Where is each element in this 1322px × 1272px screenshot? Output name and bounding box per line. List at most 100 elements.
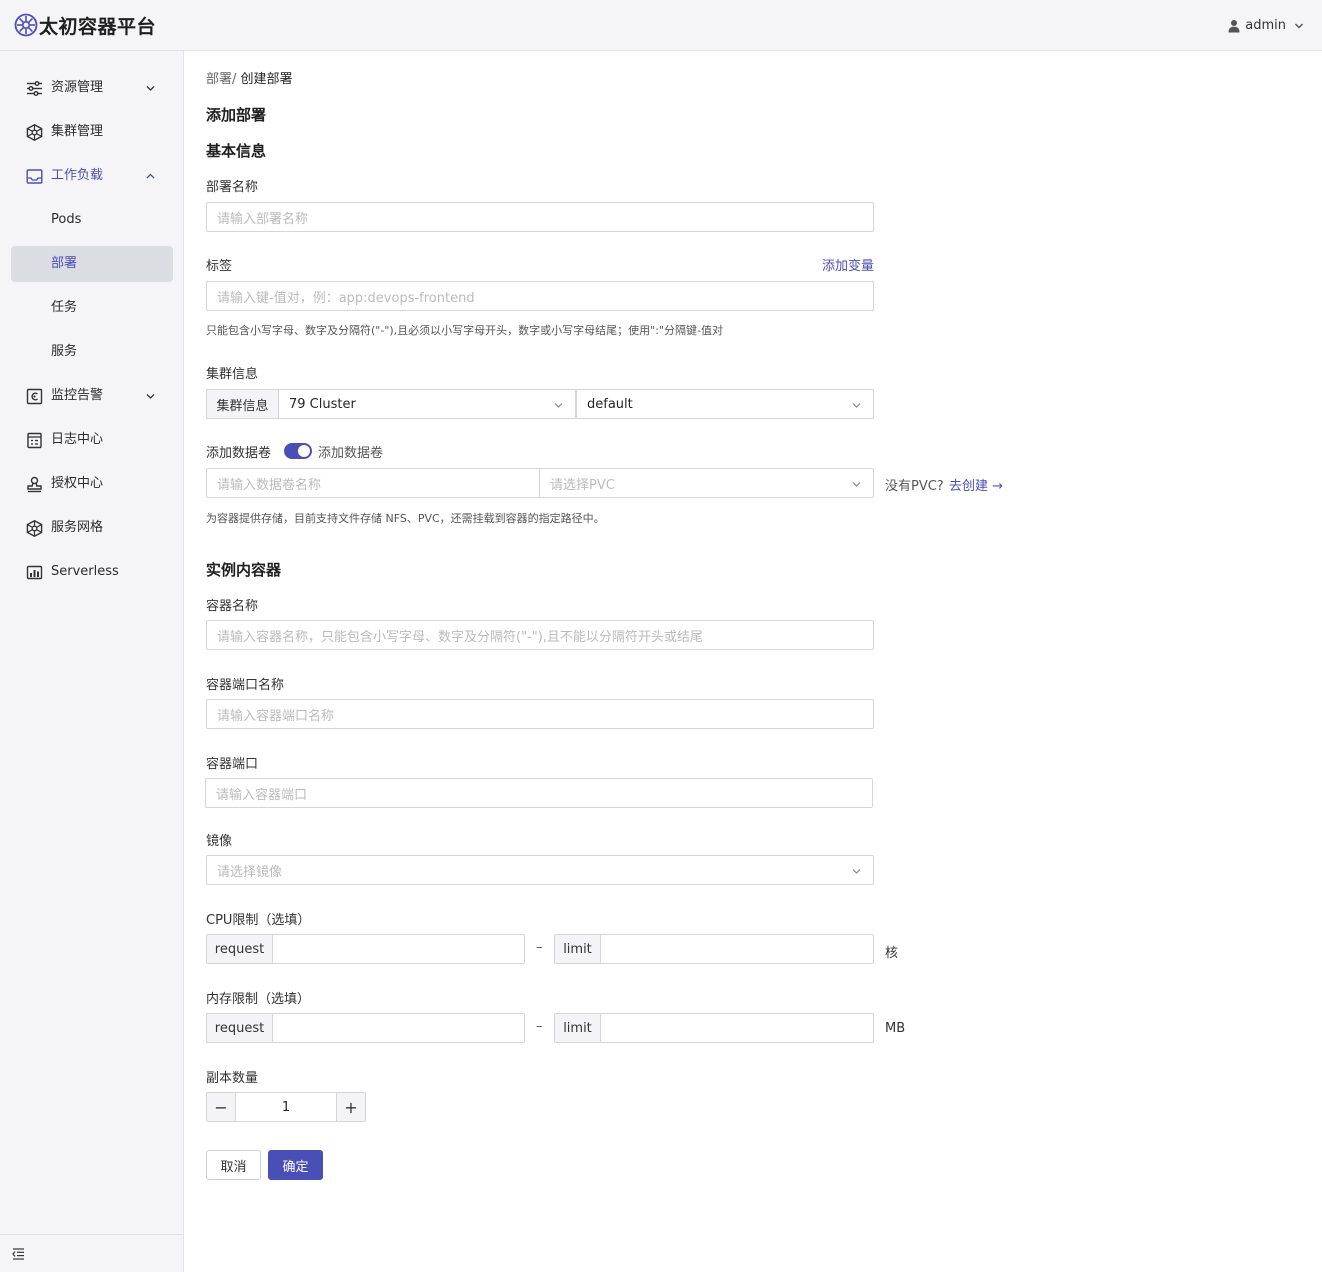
cluster-label: 集群信息 <box>206 367 259 382</box>
sidebar-item-label: Pods <box>51 212 82 227</box>
create-pvc-link[interactable]: 去创建 → <box>949 475 1003 494</box>
memory-limit-addon: limit <box>554 1013 601 1043</box>
namespace-select[interactable]: default <box>576 389 874 419</box>
collapse-menu-icon[interactable] <box>12 1248 25 1260</box>
chevron-down-icon <box>1295 23 1303 28</box>
sidebar-item-label: 授权中心 <box>51 476 104 491</box>
chevron-down-icon <box>852 869 861 874</box>
add-variable-link[interactable]: 添加变量 <box>822 255 874 274</box>
chevron-down-icon <box>852 482 861 487</box>
inbox-icon <box>26 169 43 184</box>
chevron-down-icon <box>146 86 155 91</box>
user-name: admin <box>1245 18 1286 33</box>
tags-input[interactable]: 请输入键-值对，例：app:devops-frontend <box>206 281 874 311</box>
app-title: 太初容器平台 <box>39 15 157 38</box>
replicas-label: 副本数量 <box>206 1071 259 1086</box>
breadcrumb-parent[interactable]: 部署/ <box>206 72 236 87</box>
page-title: 添加部署 <box>206 106 267 124</box>
tags-label: 标签 <box>206 259 233 274</box>
image-select-placeholder: 请选择镜像 <box>217 864 283 880</box>
section-container-title: 实例内容器 <box>206 561 282 579</box>
monitor-icon <box>26 388 43 405</box>
sidebar-item-clusters[interactable]: 集群管理 <box>11 114 173 150</box>
cpu-request-input[interactable] <box>272 934 525 964</box>
sidebar-item-label: 服务 <box>51 344 78 359</box>
sidebar-item-label: 工作负载 <box>51 168 104 183</box>
sidebar-item-deployments[interactable]: 部署 <box>11 246 173 282</box>
sidebar-item-label: 任务 <box>51 300 78 315</box>
chevron-down-icon <box>554 403 563 408</box>
cluster-select-value: 79 Cluster <box>289 396 356 412</box>
cpu-request-addon: request <box>206 934 273 964</box>
sidebar-item-label: 监控告警 <box>51 388 104 403</box>
sidebar-item-auth[interactable]: 授权中心 <box>11 466 173 502</box>
cluster-addon: 集群信息 <box>206 389 279 419</box>
breadcrumb: 部署/ 创建部署 <box>206 68 293 87</box>
sidebar: 资源管理 集群管理 工作负载 Pods 部署 任务 服务 监控告警 日志中心 授… <box>0 51 184 1272</box>
sidebar-item-workloads[interactable]: 工作负载 <box>11 158 173 194</box>
cluster-select[interactable]: 79 Cluster <box>278 389 576 419</box>
memory-label: 内存限制（选填） <box>206 992 311 1007</box>
cpu-unit: 核 <box>885 946 899 961</box>
chevron-down-icon <box>852 403 861 408</box>
sidebar-item-label: Serverless <box>51 564 119 579</box>
stamp-icon <box>27 476 42 493</box>
sidebar-item-jobs[interactable]: 任务 <box>11 290 173 326</box>
memory-request-input[interactable] <box>272 1013 525 1043</box>
container-name-input[interactable]: 请输入容器名称，只能包含小写字母、数字及分隔符("-"),且不能以分隔符开头或结… <box>206 620 874 650</box>
namespace-select-value: default <box>587 396 633 412</box>
breadcrumb-current: 创建部署 <box>240 72 293 87</box>
memory-range-separator: – <box>536 1019 543 1034</box>
sidebar-item-logs[interactable]: 日志中心 <box>11 422 173 458</box>
sidebar-item-serverless[interactable]: Serverless <box>11 554 173 590</box>
pvc-select[interactable]: 请选择PVC <box>539 468 874 498</box>
replicas-decrement-button[interactable]: − <box>206 1092 236 1122</box>
sidebar-item-label: 资源管理 <box>51 80 104 95</box>
cpu-label: CPU限制（选填） <box>206 913 311 928</box>
memory-unit: MB <box>885 1021 906 1036</box>
memory-limit-input[interactable] <box>600 1013 874 1043</box>
sidebar-item-service-mesh[interactable]: 服务网格 <box>11 510 173 546</box>
volume-name-input[interactable]: 请输入数据卷名称 <box>206 468 540 498</box>
cpu-limit-input[interactable] <box>600 934 874 964</box>
sidebar-item-pods[interactable]: Pods <box>11 202 173 238</box>
mesh-icon <box>26 520 43 537</box>
container-name-label: 容器名称 <box>206 599 259 614</box>
sidebar-item-label: 服务网格 <box>51 520 104 535</box>
logo[interactable]: 太初容器平台 <box>14 12 156 39</box>
sidebar-item-resources[interactable]: 资源管理 <box>11 70 173 106</box>
port-input[interactable]: 请输入容器端口 <box>205 778 873 808</box>
deployment-name-input[interactable]: 请输入部署名称 <box>206 202 874 232</box>
image-select[interactable]: 请选择镜像 <box>206 855 874 885</box>
no-pvc-text: 没有PVC? <box>885 479 944 494</box>
helm-logo-icon <box>14 13 38 37</box>
cpu-range-separator: – <box>536 940 543 955</box>
cancel-button[interactable]: 取消 <box>206 1150 261 1180</box>
sidebar-item-label: 部署 <box>51 256 78 271</box>
tags-hint: 只能包含小写字母、数字及分隔符("-"),且必须以小写字母开头，数字或小写字母结… <box>206 324 723 337</box>
log-icon <box>27 432 42 449</box>
replicas-input[interactable]: 1 <box>235 1092 337 1122</box>
section-basic-title: 基本信息 <box>206 142 267 160</box>
port-label: 容器端口 <box>206 757 259 772</box>
user-menu[interactable]: admin <box>1228 0 1304 51</box>
cluster-icon <box>26 124 43 141</box>
replicas-increment-button[interactable]: + <box>336 1092 366 1122</box>
volume-toggle-text: 添加数据卷 <box>318 446 384 461</box>
port-name-input[interactable]: 请输入容器端口名称 <box>206 699 874 729</box>
chevron-down-icon <box>146 394 155 399</box>
image-label: 镜像 <box>206 834 233 849</box>
sidebar-item-services[interactable]: 服务 <box>11 334 173 370</box>
cpu-limit-addon: limit <box>554 934 601 964</box>
volume-toggle[interactable] <box>284 443 312 459</box>
user-icon <box>1228 19 1240 32</box>
confirm-button[interactable]: 确定 <box>268 1150 323 1180</box>
sidebar-item-label: 日志中心 <box>51 432 104 447</box>
sidebar-item-monitoring[interactable]: 监控告警 <box>11 378 173 414</box>
sidebar-item-label: 集群管理 <box>51 124 104 139</box>
memory-request-addon: request <box>206 1013 273 1043</box>
top-header: 太初容器平台 admin <box>0 0 1322 51</box>
deployment-name-label: 部署名称 <box>206 180 259 195</box>
volume-hint: 为容器提供存储，目前支持文件存储 NFS、PVC，还需挂载到容器的指定路径中。 <box>206 512 605 525</box>
pvc-select-placeholder: 请选择PVC <box>550 477 615 493</box>
